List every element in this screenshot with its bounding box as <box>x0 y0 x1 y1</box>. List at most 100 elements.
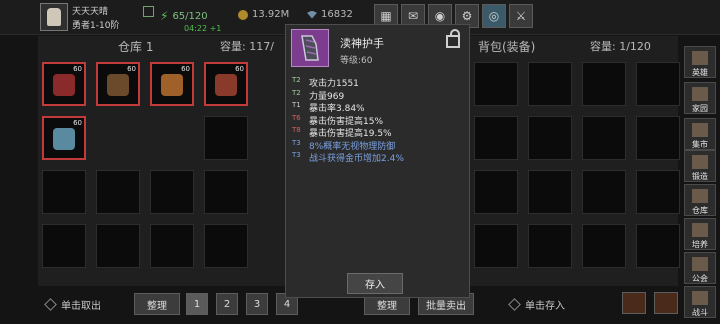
hero-icon <box>692 51 708 65</box>
bag-slot[interactable] <box>636 116 680 160</box>
affix-tier: T1 <box>292 101 301 109</box>
bag-slot[interactable] <box>582 116 626 160</box>
warehouse-sort-button[interactable]: 整理 <box>134 293 180 315</box>
affix-tier: T2 <box>292 76 301 84</box>
affix-tier: T6 <box>292 113 301 122</box>
warehouse-slot[interactable] <box>204 224 248 268</box>
affix-text: 暴击率3.84% <box>309 104 365 114</box>
guild-icon <box>692 257 708 271</box>
diamond-icon <box>44 298 57 311</box>
character-icon[interactable] <box>622 292 646 314</box>
diamond-icon <box>508 298 521 311</box>
warehouse-slot[interactable] <box>96 224 140 268</box>
warehouse-slot[interactable] <box>204 170 248 214</box>
bag-slot[interactable] <box>474 62 518 106</box>
bag-slot[interactable] <box>582 170 626 214</box>
side-nav-home[interactable]: 家园 <box>684 82 716 114</box>
warehouse-slot[interactable]: 60 <box>42 62 86 106</box>
necklace-icon <box>161 74 183 96</box>
bag-slot[interactable] <box>582 224 626 268</box>
affix-row: T6 暴击伤害提高15% <box>292 114 383 127</box>
bag-grid <box>474 62 680 268</box>
side-nav-guild[interactable]: 公会 <box>684 252 716 284</box>
item-tooltip: 渎神护手 等级:60 T2 攻击力1551 T2 力量969 T1 暴击率3.84% T6 暴… <box>285 24 470 298</box>
warehouse-slot[interactable] <box>42 170 86 214</box>
avatar[interactable] <box>40 3 68 31</box>
player-level: 勇者1-10阶 <box>72 21 120 31</box>
affix-text: 攻击力1551 <box>309 79 359 89</box>
bag-slot[interactable] <box>528 116 572 160</box>
hero-icon[interactable] <box>654 292 678 314</box>
warehouse-slot[interactable] <box>150 224 194 268</box>
lock-icon[interactable] <box>446 29 460 48</box>
warehouse-capacity: 容量: 117/ <box>220 40 274 53</box>
energy-stat: ⚡ 65/120 <box>160 9 208 23</box>
page-1-button[interactable]: 1 <box>186 293 208 315</box>
sword-icon[interactable]: ⚔ <box>509 4 533 28</box>
warehouse-slot[interactable]: 60 <box>42 116 86 160</box>
side-nav-hero[interactable]: 英雄 <box>684 46 716 78</box>
gold-stat: 13.92M <box>238 9 289 20</box>
player-name: 天天天晴 <box>72 7 109 17</box>
take-out-hint-label: 单击取出 <box>61 301 101 312</box>
warehouse-slot[interactable]: 60 <box>204 62 248 106</box>
affix-row: T3 战斗获得金币增加2.4% <box>292 151 404 164</box>
affix-tier: T3 <box>292 138 301 147</box>
page-3-button[interactable]: 3 <box>246 293 268 315</box>
item-level-label: 60 <box>73 119 82 127</box>
warehouse-slot[interactable] <box>204 116 248 160</box>
side-nav-forge[interactable]: 锻造 <box>684 150 716 182</box>
bag-slot[interactable] <box>474 116 518 160</box>
colorwheel-icon[interactable]: ◎ <box>482 4 506 28</box>
bag-slot[interactable] <box>528 62 572 106</box>
market-icon <box>692 123 708 137</box>
warehouse-slot[interactable] <box>96 170 140 214</box>
bag-slot[interactable] <box>528 170 572 214</box>
side-nav-label: 锻造 <box>692 172 708 181</box>
bag-slot[interactable] <box>474 224 518 268</box>
edit-icon[interactable] <box>143 6 154 17</box>
train-icon <box>692 223 708 237</box>
home-icon <box>692 87 708 101</box>
item-level-label: 60 <box>235 65 244 73</box>
item-level-label: 60 <box>127 65 136 73</box>
bag-slot[interactable] <box>636 224 680 268</box>
gem-icon <box>307 10 317 19</box>
battle-icon <box>692 291 708 305</box>
forge-icon <box>692 155 708 169</box>
item-level-label: 60 <box>73 65 82 73</box>
warehouse-slot[interactable] <box>42 224 86 268</box>
tooltip-item-name: 渎神护手 <box>340 37 384 50</box>
affix-row: T1 暴击率3.84% <box>292 101 365 114</box>
page-2-button[interactable]: 2 <box>216 293 238 315</box>
warehouse-slot[interactable] <box>150 170 194 214</box>
side-nav-battle[interactable]: 战斗 <box>684 286 716 318</box>
warehouse-grid: 60606060606060 <box>42 62 432 268</box>
side-nav-label: 仓库 <box>692 206 708 215</box>
bag-slot[interactable] <box>636 62 680 106</box>
affix-tier: T2 <box>292 88 301 97</box>
bag-slot[interactable] <box>636 170 680 214</box>
affix-text: 暴击伤害提高15% <box>309 116 384 127</box>
affix-row: T3 8%概率无视物理防御 <box>292 139 395 152</box>
avatar-face-icon <box>47 8 61 26</box>
bag-slot[interactable] <box>474 170 518 214</box>
store-button[interactable]: 存入 <box>347 273 403 294</box>
boots-icon <box>107 74 129 96</box>
ring-icon <box>215 74 237 96</box>
side-nav-warehouse[interactable]: 仓库 <box>684 184 716 216</box>
warehouse-icon <box>692 189 708 203</box>
bag-slot[interactable] <box>528 224 572 268</box>
bag-title: 背包(装备) <box>478 40 536 54</box>
coin-icon <box>238 9 248 20</box>
belt-icon <box>53 128 75 150</box>
bag-slot[interactable] <box>582 62 626 106</box>
side-nav-train[interactable]: 培养 <box>684 218 716 250</box>
warehouse-slot[interactable]: 60 <box>150 62 194 106</box>
affix-text: 暴击伤害提高19.5% <box>309 129 392 139</box>
side-nav-label: 集市 <box>692 140 708 149</box>
side-nav-market[interactable]: 集市 <box>684 118 716 150</box>
warehouse-slot[interactable]: 60 <box>96 62 140 106</box>
armor-icon <box>53 74 75 96</box>
gem-value: 16832 <box>321 9 353 20</box>
